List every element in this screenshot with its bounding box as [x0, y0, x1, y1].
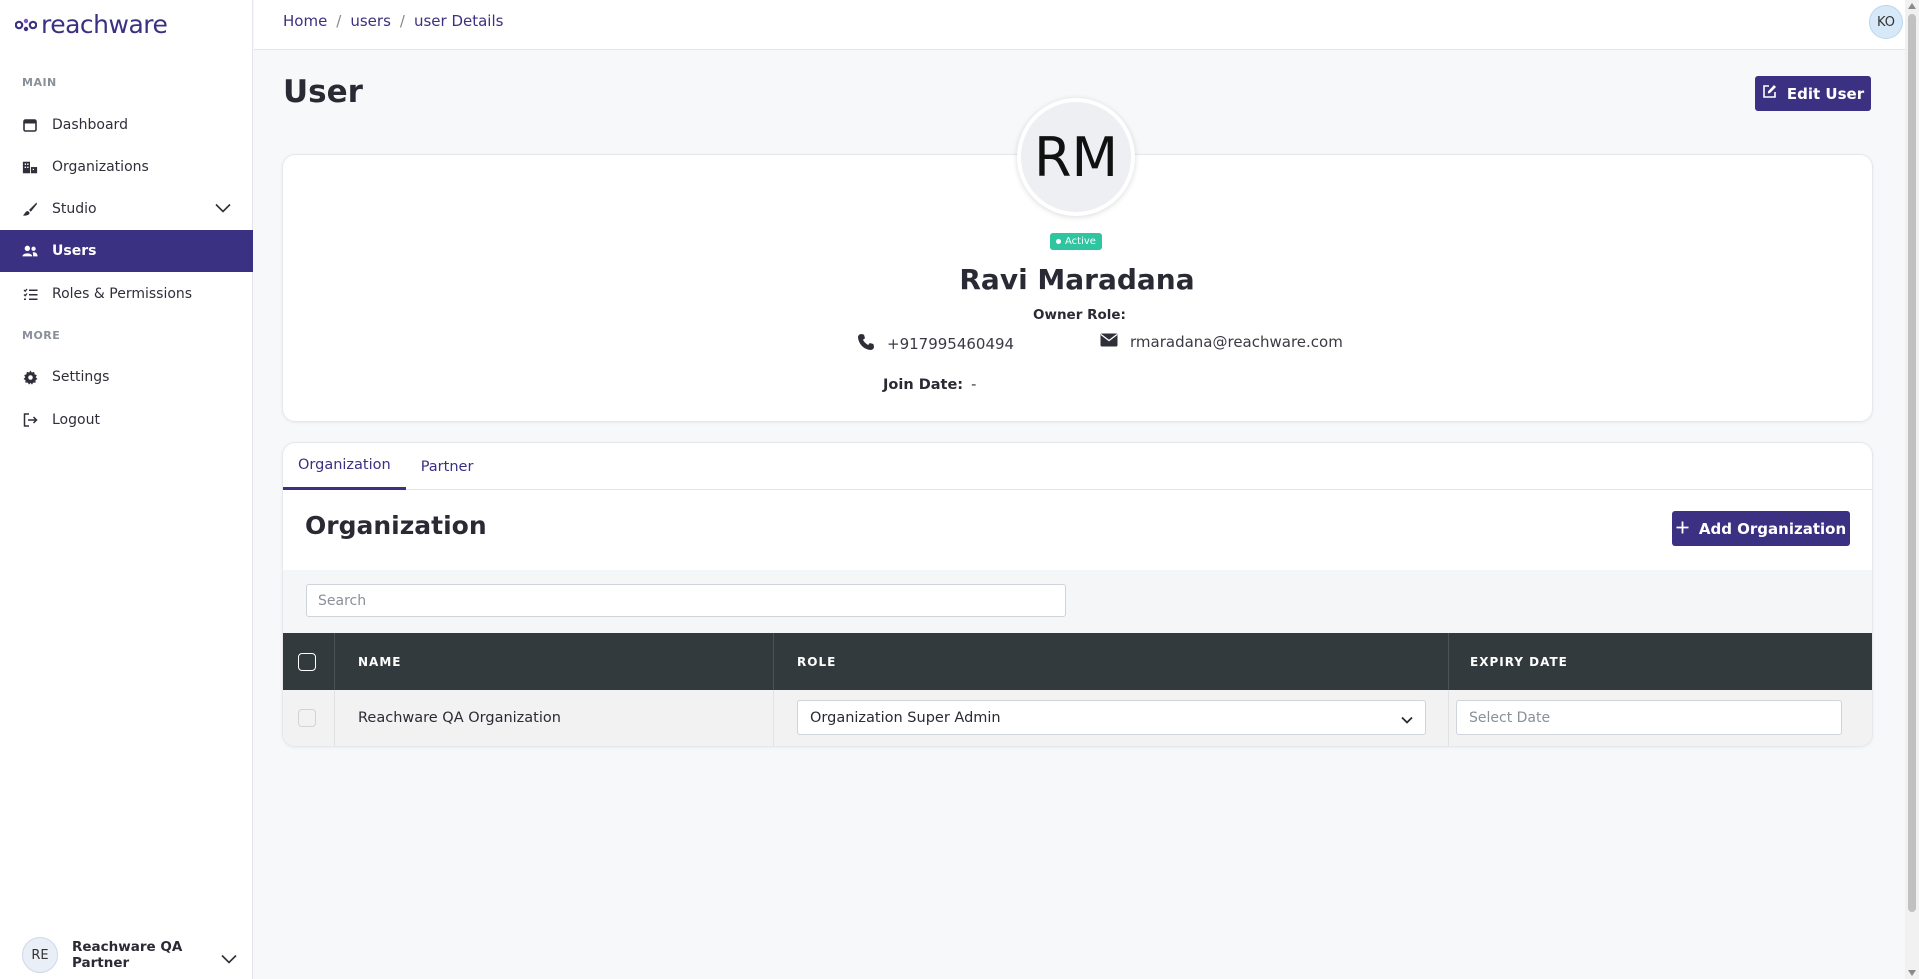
row-divider [334, 690, 335, 746]
building-icon [22, 159, 38, 175]
column-divider [773, 633, 774, 690]
row-divider [1448, 690, 1449, 746]
breadcrumb-home[interactable]: Home [283, 12, 327, 30]
sidebar-item-label: Studio [52, 201, 97, 217]
breadcrumb-users[interactable]: users [350, 12, 391, 30]
sidebar-item-label: Users [52, 243, 97, 259]
reachware-logo-icon [15, 17, 37, 33]
profile-avatar: RM [1017, 98, 1135, 216]
logout-icon [22, 412, 38, 428]
breadcrumb-separator: / [399, 12, 405, 30]
role-select-value: Organization Super Admin [810, 709, 1001, 726]
sidebar-item-logout[interactable]: Logout [0, 399, 253, 441]
status-label: Active [1065, 236, 1096, 247]
edit-user-button[interactable]: Edit User [1755, 76, 1871, 111]
column-header-expiry-date[interactable]: EXPIRY DATE [1470, 633, 1568, 690]
sidebar-item-label: Logout [52, 412, 100, 428]
sidebar-item-dashboard[interactable]: Dashboard [0, 104, 253, 146]
brush-icon [22, 201, 38, 217]
scroll-up-arrow-icon[interactable] [1908, 3, 1916, 9]
column-header-role[interactable]: ROLE [797, 633, 836, 690]
organization-tabs-card: Organization Partner Organization Add Or… [283, 443, 1872, 746]
breadcrumb-separator: / [336, 12, 342, 30]
account-name: Reachware QA Partner [72, 939, 183, 971]
edit-icon [1762, 84, 1777, 103]
edit-user-label: Edit User [1786, 84, 1865, 103]
envelope-icon [1100, 333, 1118, 351]
join-date: Join Date: - [883, 377, 976, 393]
brand-name: reachware [41, 10, 168, 39]
organization-name: Reachware QA Organization [358, 710, 561, 726]
sidebar-item-organizations[interactable]: Organizations [0, 146, 253, 188]
plus-icon [1676, 520, 1689, 538]
select-all-cell [298, 633, 316, 690]
tab-organization[interactable]: Organization [283, 443, 406, 490]
join-date-label: Join Date: [883, 377, 964, 393]
brand-logo[interactable]: reachware [15, 10, 168, 39]
account-switcher[interactable]: RE Reachware QA Partner [22, 937, 237, 973]
gear-icon [22, 369, 38, 385]
search-bar [283, 570, 1872, 633]
sidebar-item-settings[interactable]: Settings [0, 356, 253, 398]
table-header: NAME ROLE EXPIRY DATE [283, 633, 1872, 690]
breadcrumb: Home / users / user Details [283, 12, 503, 30]
tab-bar: Organization Partner [283, 443, 1872, 490]
table-row: Reachware QA Organization Organization S… [283, 690, 1872, 746]
user-avatar-button[interactable]: KO [1869, 5, 1903, 39]
add-organization-label: Add Organization [1698, 519, 1847, 538]
column-divider [1448, 633, 1449, 690]
scroll-thumb[interactable] [1908, 14, 1916, 912]
phone-icon [857, 333, 875, 355]
topbar: Home / users / user Details KO [254, 0, 1905, 50]
phone-contact: +917995460494 [857, 333, 1014, 355]
scroll-down-arrow-icon[interactable] [1908, 970, 1916, 976]
add-organization-button[interactable]: Add Organization [1672, 511, 1850, 546]
select-all-checkbox[interactable] [298, 652, 316, 671]
email-address: rmaradana@reachware.com [1130, 333, 1343, 351]
page-scrollbar[interactable] [1905, 0, 1919, 979]
sidebar-item-studio[interactable]: Studio [0, 188, 253, 230]
chevron-down-icon [1401, 712, 1413, 728]
breadcrumb-current: user Details [413, 12, 504, 30]
tab-partner[interactable]: Partner [406, 443, 489, 490]
users-icon [22, 243, 38, 259]
join-date-value: - [971, 377, 977, 393]
nav-section-more: MORE [22, 329, 61, 342]
page-title: User [283, 74, 363, 110]
sidebar-item-label: Settings [52, 369, 110, 385]
column-divider [334, 633, 335, 690]
row-select-cell [298, 690, 316, 746]
row-divider [773, 690, 774, 746]
nav-section-main: MAIN [22, 76, 57, 89]
status-dot-icon [1056, 239, 1061, 244]
calendar-icon [22, 117, 38, 133]
chevron-down-icon[interactable] [215, 201, 231, 217]
section-title: Organization [305, 511, 487, 540]
phone-number: +917995460494 [887, 335, 1015, 353]
status-badge: Active [1050, 233, 1102, 250]
column-header-name[interactable]: NAME [358, 633, 401, 690]
role-select[interactable]: Organization Super Admin [797, 700, 1426, 735]
avatar: RE [22, 937, 58, 973]
search-input[interactable] [306, 584, 1066, 617]
row-checkbox[interactable] [298, 709, 316, 727]
sidebar: reachware MAIN Dashboard Organizations S… [0, 0, 253, 979]
user-full-name: Ravi Maradana [959, 263, 1195, 296]
expiry-date-input[interactable] [1456, 700, 1842, 735]
email-contact: rmaradana@reachware.com [1100, 333, 1343, 351]
sidebar-item-label: Dashboard [52, 117, 128, 133]
sidebar-item-label: Organizations [52, 159, 149, 175]
chevron-down-icon[interactable] [221, 949, 237, 968]
owner-role-label: Owner Role: [1033, 307, 1126, 323]
